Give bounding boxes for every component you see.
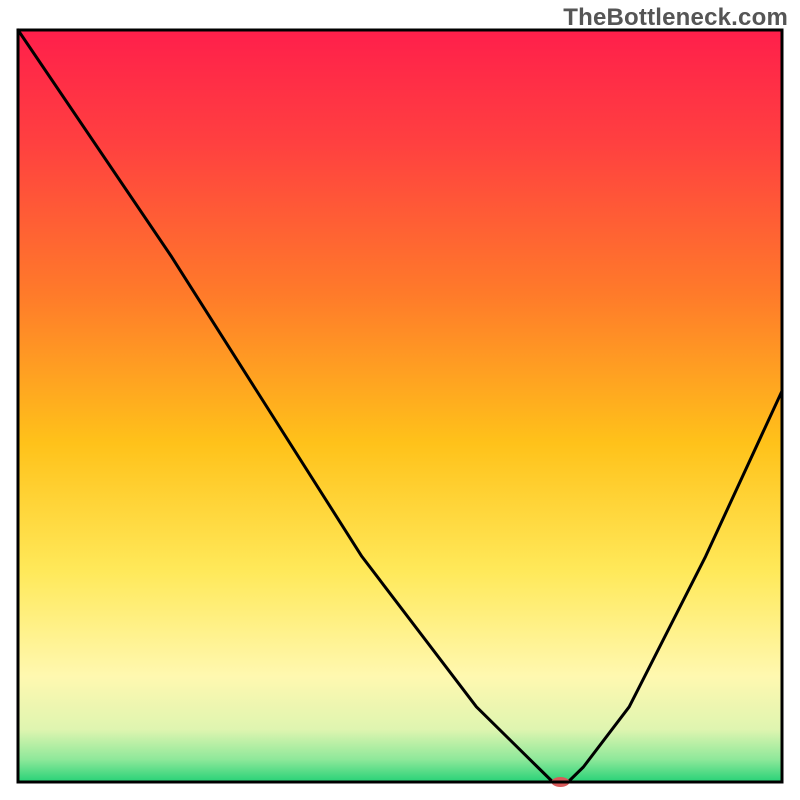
bottleneck-chart [0, 0, 800, 800]
chart-container: TheBottleneck.com [0, 0, 800, 800]
watermark: TheBottleneck.com [563, 4, 788, 32]
plot-background [18, 30, 782, 782]
